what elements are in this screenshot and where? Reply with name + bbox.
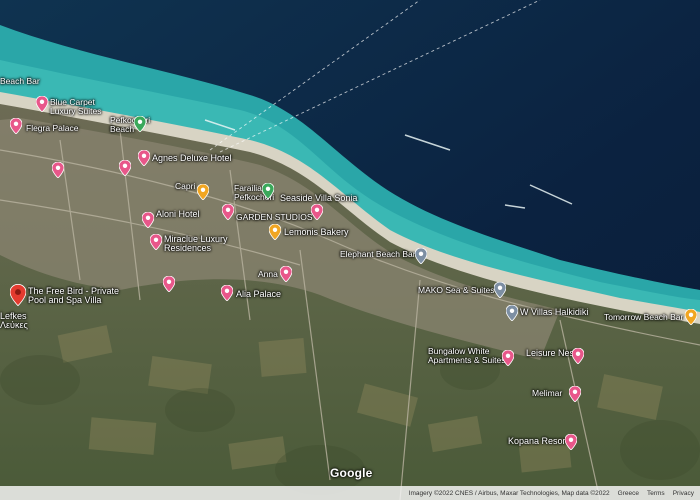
map-attribution-bar: Imagery ©2022 CNES / Airbus, Maxar Techn… [0,486,700,500]
hotel-pin-icon[interactable] [36,96,48,112]
hotel-pin-icon[interactable] [280,266,292,282]
lemonis-bakery-label[interactable]: Lemonis Bakery [284,228,349,237]
seaside-villa-label[interactable]: Seaside Villa Sonia [280,194,357,203]
agnes-hotel-label[interactable]: Agnes Deluxe Hotel [152,154,232,163]
hotel-pin-icon[interactable] [565,434,577,450]
hotel-pin-icon[interactable] [52,162,64,178]
privacy-link[interactable]: Privacy [673,490,694,497]
hotel-pin-icon[interactable] [221,285,233,301]
tomorrow-beach-bar-label[interactable]: Tomorrow Beach Bar [604,313,683,322]
google-logo: Google [330,466,373,480]
lefkes-label[interactable]: Lefkes Λεύκες [0,312,28,330]
hotel-pin-icon[interactable] [119,160,131,176]
hotel-pin-icon[interactable] [150,234,162,250]
park-pin-icon[interactable] [262,183,274,199]
beach-bar-label[interactable]: Beach Bar [0,77,40,86]
park-pin-icon[interactable] [134,116,146,132]
leisure-nest-label[interactable]: Leisure Nest [526,349,577,358]
hotel-pin-icon[interactable] [10,118,22,134]
alia-palace-label[interactable]: Alia Palace [236,290,281,299]
food-pin-icon[interactable] [685,309,697,325]
terms-link[interactable]: Terms [647,490,665,497]
hotel-pin-icon[interactable] [311,204,323,220]
anna-label[interactable]: Anna [258,270,278,279]
place-pin-icon[interactable] [415,248,427,264]
blue-carpet-label[interactable]: Blue Carpet Luxury Suites [50,98,102,116]
mako-label[interactable]: MAKO Sea & Suites [418,286,495,295]
selected-location-pin-icon[interactable] [10,284,26,306]
free-bird-villa-label[interactable]: The Free Bird - Private Pool and Spa Vil… [28,287,119,305]
food-pin-icon[interactable] [269,224,281,240]
hotel-pin-icon[interactable] [138,150,150,166]
miraclue-label[interactable]: Miraclue Luxury Residences [164,235,228,253]
flegra-palace-label[interactable]: Flegra Palace [26,124,78,133]
map-view[interactable]: Beach Bar Blue Carpet Luxury Suites Fleg… [0,0,700,500]
imagery-credit: Imagery ©2022 CNES / Airbus, Maxar Techn… [408,489,610,497]
hotel-pin-icon[interactable] [222,204,234,220]
w-villas-label[interactable]: W Villas Halkidiki [520,308,588,317]
food-pin-icon[interactable] [197,184,209,200]
aloni-hotel-label[interactable]: Aloni Hotel [156,210,200,219]
place-pin-icon[interactable] [506,305,518,321]
country-label: Greece [617,489,639,497]
hotel-pin-icon[interactable] [569,386,581,402]
hotel-pin-icon[interactable] [502,350,514,366]
kopana-resort-label[interactable]: Kopana Resort [508,437,568,446]
melimar-label[interactable]: Melimar [532,389,562,398]
capri-label[interactable]: Capri [175,182,195,191]
hotel-pin-icon[interactable] [163,276,175,292]
garden-studios-label[interactable]: GARDEN STUDIOS [236,213,313,222]
hotel-pin-icon[interactable] [142,212,154,228]
hotel-pin-icon[interactable] [572,348,584,364]
place-pin-icon[interactable] [494,282,506,298]
bungalow-white-label[interactable]: Bungalow White Apartments & Suites [428,347,505,365]
elephant-beach-bar-label[interactable]: Elephant Beach Bar [340,250,416,259]
